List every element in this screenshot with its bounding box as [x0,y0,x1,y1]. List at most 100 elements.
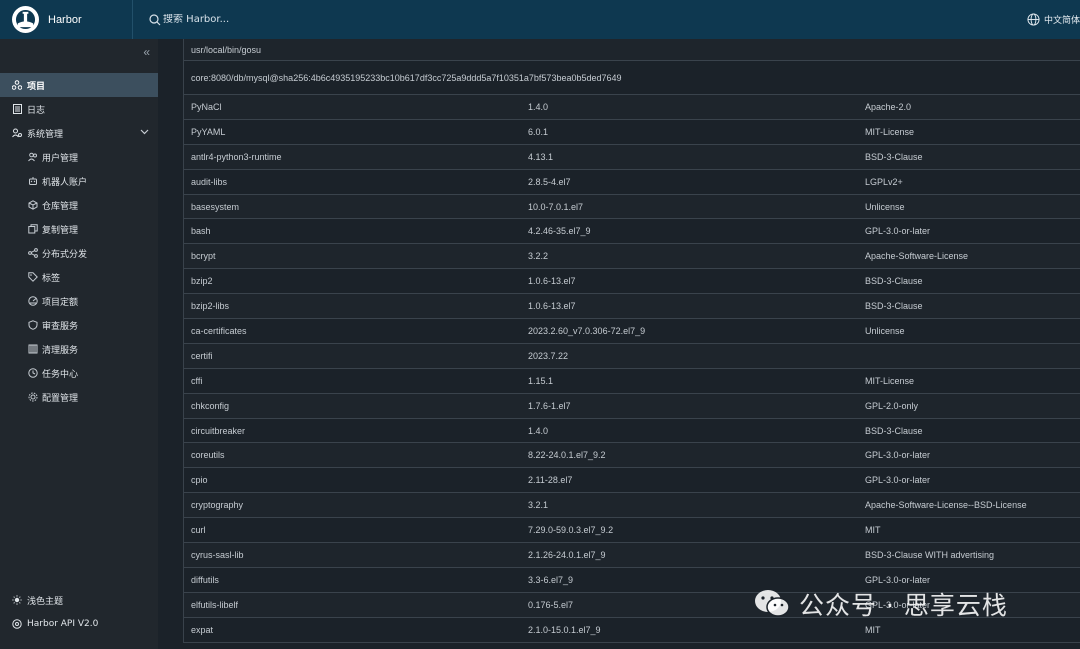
version-cell: 1.0.6-13.el7 [528,276,576,287]
table-row: cyrus-sasl-lib 2.1.26-24.0.1.el7_9 BSD-3-C… [184,543,1080,568]
package-name-cell: cyrus-sasl-lib [191,549,244,560]
package-name-cell: cffi [191,375,203,386]
table-row: chkconfig 1.7.6-1.el7 GPL-2.0-only [184,393,1080,419]
share-icon [28,248,38,258]
global-search[interactable] [149,13,303,26]
logs-icon [12,104,22,114]
cleanup-icon [28,344,38,354]
package-name-cell: basesystem [191,201,240,212]
license-cell: Unlicense [865,201,905,212]
table-row: coreutils 8.22-24.0.1.el7_9.2 GPL-3.0-or-l… [184,443,1080,469]
package-name-cell: curl [191,525,206,536]
build-history-table: usr/local/bin/gosu core:8080/db/mysql@sh… [183,39,1080,643]
table-cell: usr/local/bin/gosu [191,44,262,55]
sidebar-item-label: 仓库管理 [42,201,79,212]
quota-icon [28,296,38,306]
license-cell: GPL-2.0-only [865,400,919,411]
search-input[interactable] [163,14,303,25]
version-cell: 2.1.26-24.0.1.el7_9 [528,549,606,560]
sidebar-item-users[interactable]: 用户管理 [0,145,158,169]
sidebar-item-interrogation[interactable]: 审查服务 [0,313,158,337]
top-header: Harbor 中文简体 [0,0,1080,39]
version-cell: 2.1.0-15.0.1.el7_9 [528,624,601,635]
sidebar-item-robots[interactable]: 机器人账户 [0,169,158,193]
package-name-cell: antlr4-python3-runtime [191,151,282,162]
package-name-cell: bzip2-libs [191,301,230,312]
license-cell: GPL-3.0-or-later [865,574,931,585]
license-cell: LGPLv2+ [865,176,903,187]
license-cell: BSD-3-Clause [865,425,923,436]
license-cell: BSD-3-Clause WITH advertising [865,549,995,560]
license-cell: BSD-3-Clause [865,276,923,287]
search-icon [149,13,161,25]
sidebar-item-label: 分布式分发 [42,249,88,260]
version-cell: 1.15.1 [528,375,554,386]
sidebar-item-replications[interactable]: 复制管理 [0,217,158,241]
chevron-down-icon[interactable] [140,127,149,136]
table-row: cryptography 3.2.1 Apache-Software-License… [184,493,1080,519]
main-content: usr/local/bin/gosu core:8080/db/mysql@sh… [158,39,1080,649]
sidebar-item-config[interactable]: 配置管理 [0,385,158,409]
sidebar-item-labels[interactable]: 标签 [0,265,158,289]
table-row: audit-libs 2.8.5-4.el7 LGPLv2+ [184,170,1080,195]
table-row: PyYAML 6.0.1 MIT-License [184,120,1080,145]
sidebar: « 项目 日志 系统管理 用户管理 机器人账户 仓库管理 复制管理 分布式分发 [0,39,158,649]
sidebar-item-projects[interactable]: 项目 [0,73,158,97]
package-name-cell: expat [191,624,214,635]
license-cell: GPL-3.0-or-later [865,450,931,461]
version-cell: 1.7.6-1.el7 [528,400,571,411]
table-row: usr/local/bin/gosu [184,39,1080,61]
package-name-cell: ca-certificates [191,325,247,336]
shield-icon [28,320,38,330]
table-row: bcrypt 3.2.2 Apache-Software-License [184,244,1080,270]
theme-toggle-label: 浅色主题 [27,596,64,607]
sidebar-item-quotas[interactable]: 项目定额 [0,289,158,313]
sidebar-item-cleanup[interactable]: 清理服务 [0,337,158,361]
sidebar-item-admin[interactable]: 系统管理 [0,121,158,145]
table-row: basesystem 10.0-7.0.1.el7 Unlicense [184,194,1080,220]
brand[interactable]: Harbor [0,0,133,39]
license-cell: BSD-3-Clause [865,301,923,312]
package-name-cell: audit-libs [191,176,228,187]
projects-icon [12,80,22,90]
sidebar-item-label: 用户管理 [42,153,79,164]
table-row: circuitbreaker 1.4.0 BSD-3-Clause [184,419,1080,444]
table-cell: core:8080/db/mysql@sha256:4b6c4935195233… [191,72,622,83]
table-row: cffi 1.15.1 MIT-License [184,369,1080,394]
collapse-sidebar-icon[interactable]: « [143,45,150,59]
sidebar-item-logs[interactable]: 日志 [0,97,158,121]
theme-toggle[interactable]: 浅色主题 [0,588,158,612]
package-name-cell: cpio [191,475,208,486]
package-name-cell: bcrypt [191,251,216,262]
table-row: PyNaCl 1.4.0 Apache-2.0 [184,95,1080,120]
api-explorer-link[interactable]: Harbor API V2.0 [0,612,158,636]
sun-icon [12,595,22,605]
sidebar-item-registries[interactable]: 仓库管理 [0,193,158,217]
version-cell: 7.29.0-59.0.3.el7_9.2 [528,525,614,536]
sidebar-item-label: 机器人账户 [42,177,88,188]
version-cell: 4.13.1 [528,151,554,162]
robot-icon [28,176,38,186]
license-cell: Apache-2.0 [865,101,912,112]
sidebar-item-distribution[interactable]: 分布式分发 [0,241,158,265]
package-name-cell: bash [191,226,211,237]
version-cell: 2023.7.22 [528,350,569,361]
sidebar-item-jobs[interactable]: 任务中心 [0,361,158,385]
package-name-cell: bzip2 [191,276,213,287]
wechat-icon [755,590,790,617]
table-row: certifi 2023.7.22 [184,343,1080,369]
sidebar-item-label: 日志 [27,105,46,116]
license-cell: Unlicense [865,325,905,336]
package-name-cell: diffutils [191,574,219,585]
sidebar-item-label: 复制管理 [42,225,79,236]
package-name-cell: PyNaCl [191,101,222,112]
license-cell: Apache-Software-License [865,251,969,262]
language-selector[interactable]: 中文简体 [1027,0,1080,39]
license-cell: GPL-3.0-or-later [865,475,931,486]
table-row: antlr4-python3-runtime 4.13.1 BSD-3-Clause [184,144,1080,170]
version-cell: 3.2.1 [528,500,549,511]
sidebar-item-label: 清理服务 [42,345,79,356]
license-cell: MIT-License [865,375,915,386]
globe-icon [1027,13,1040,26]
version-cell: 1.4.0 [528,101,549,112]
